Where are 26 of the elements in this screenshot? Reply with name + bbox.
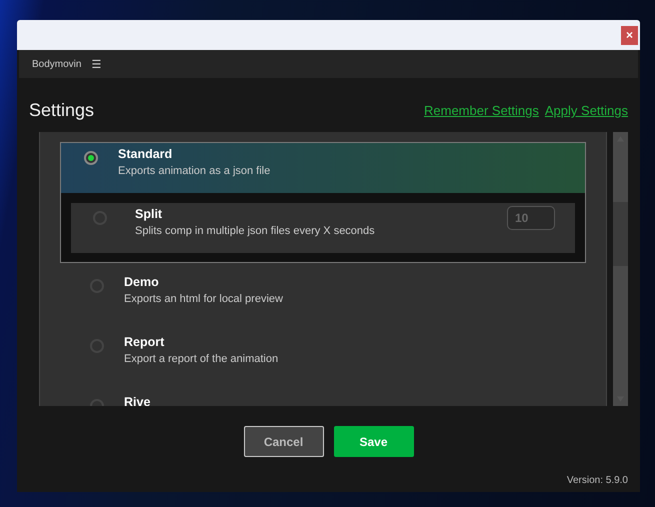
option-description: Exports an html for local preview (124, 293, 283, 305)
app-title: Bodymovin (32, 58, 82, 70)
export-option[interactable]: Report Export a report of the animation (60, 323, 586, 383)
option-title: Demo (124, 275, 160, 289)
radio-button[interactable] (84, 151, 98, 165)
seconds-input[interactable]: 10 (507, 206, 555, 230)
settings-link[interactable]: Remember Settings (424, 103, 539, 118)
option-title: Split (135, 207, 164, 221)
settings-link[interactable]: Apply Settings (544, 103, 628, 118)
option-title: Rive (124, 395, 150, 406)
page-title: Settings (29, 100, 94, 121)
export-option[interactable]: Standard Exports animation as a json file (61, 143, 585, 193)
scrollbar[interactable] (613, 132, 628, 406)
cancel-button[interactable]: Cancel (244, 426, 324, 457)
version-label: Version: 5.9.0 (566, 475, 629, 488)
export-option[interactable]: Demo Exports an html for local preview (60, 263, 586, 323)
sub-option[interactable]: Split Splits comp in multiple json files every X seconds 10 (71, 203, 575, 253)
menu-button[interactable]: ☰ (91, 58, 102, 70)
option-description: Export a report of the animation (124, 353, 278, 365)
option-description: Splits comp in multiple json files every X seconds (135, 225, 375, 237)
option-description: Exports animation as a json file (118, 165, 270, 177)
export-option[interactable]: Rive (60, 383, 586, 406)
close-button[interactable]: × (621, 26, 638, 44)
option-title: Report (124, 335, 166, 349)
scroll-thumb[interactable] (613, 202, 628, 266)
option-title: Standard (118, 147, 174, 161)
